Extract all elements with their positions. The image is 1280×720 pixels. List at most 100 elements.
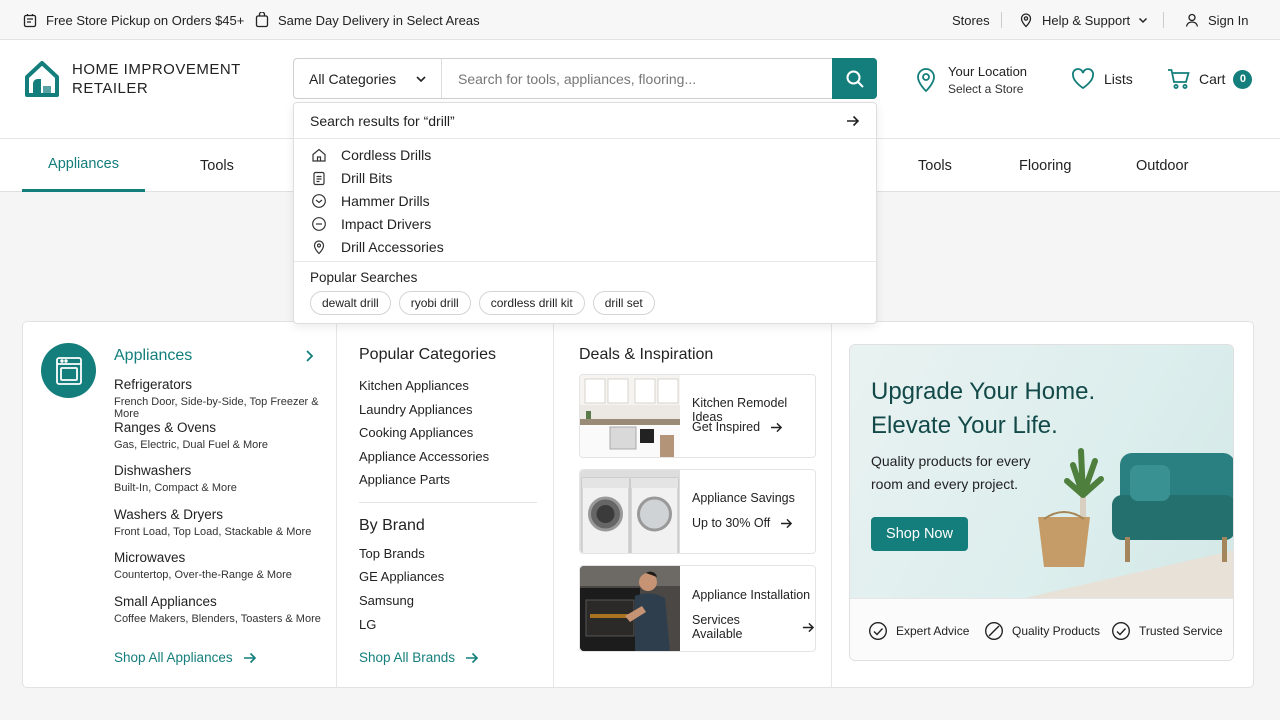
deal-cta: Get Inspired xyxy=(692,420,783,434)
sign-in-label: Sign In xyxy=(1208,12,1249,28)
popular-search-chip[interactable]: dewalt drill xyxy=(310,291,391,315)
sign-in-link[interactable]: Sign In xyxy=(1184,0,1248,40)
top-utility-bar: Free Store Pickup on Orders $45+ Same Da… xyxy=(0,0,1280,40)
category-sub: Countertop, Over-the-Range & More xyxy=(114,569,292,581)
suggestion-list: Cordless Drills Drill Bits Hammer Drills… xyxy=(294,139,876,258)
category-refrigerators[interactable]: Refrigerators French Door, Side-by-Side,… xyxy=(114,377,336,420)
feature-label: Quality Products xyxy=(1012,624,1101,638)
house-logo-icon xyxy=(25,61,59,97)
arrow-right-icon xyxy=(466,652,479,663)
popular-search-chips: dewalt drill ryobi drill cordless drill … xyxy=(310,291,860,315)
shop-now-button[interactable]: Shop Now xyxy=(871,517,968,551)
suggestion-item[interactable]: Drill Bits xyxy=(294,166,876,189)
logo-line-1: HOME IMPROVEMENT xyxy=(72,61,241,78)
deal-title: Appliance Savings xyxy=(692,491,795,505)
popular-search-chip[interactable]: cordless drill kit xyxy=(478,291,585,315)
store-pickup-promo[interactable]: Free Store Pickup on Orders $45+ xyxy=(22,0,244,40)
logo-wordmark: HOME IMPROVEMENT RETAILER xyxy=(72,60,241,98)
shop-all-appliances-link[interactable]: Shop All Appliances xyxy=(114,650,257,665)
suggestion-item[interactable]: Cordless Drills xyxy=(294,143,876,166)
brand-link[interactable]: Samsung xyxy=(359,593,414,608)
suggestion-item[interactable]: Drill Accessories xyxy=(294,235,876,258)
brand-link[interactable]: Top Brands xyxy=(359,546,425,561)
leaf-circle-icon xyxy=(984,621,1004,641)
cart-link[interactable]: Cart 0 xyxy=(1167,68,1253,90)
appliance-icon-badge xyxy=(41,343,96,398)
search-input[interactable] xyxy=(442,59,832,98)
lists-label: Lists xyxy=(1104,71,1133,87)
deal-card-appliance-savings[interactable]: Appliance Savings Up to 30% Off xyxy=(579,469,816,554)
feature-trusted-service: Trusted Service xyxy=(1111,599,1223,660)
circle-chevron-icon xyxy=(312,193,326,208)
brand-link[interactable]: LG xyxy=(359,617,376,632)
stores-label: Stores xyxy=(952,12,990,28)
same-day-delivery-promo[interactable]: Same Day Delivery in Select Areas xyxy=(254,0,480,40)
popular-search-chip[interactable]: ryobi drill xyxy=(398,291,471,315)
nav-item-outdoor[interactable]: Outdoor xyxy=(1136,139,1188,192)
location-pin-icon xyxy=(1020,13,1032,28)
popular-category-link[interactable]: Appliance Accessories xyxy=(359,449,489,464)
help-support-menu[interactable]: Help & Support xyxy=(1018,0,1148,40)
category-washers-dryers[interactable]: Washers & Dryers Front Load, Top Load, S… xyxy=(114,507,311,538)
suggestion-item[interactable]: Impact Drivers xyxy=(294,212,876,235)
shop-all-brands-link[interactable]: Shop All Brands xyxy=(359,650,479,665)
category-small-appliances[interactable]: Small Appliances Coffee Makers, Blenders… xyxy=(114,594,321,625)
nav-item-tools-2[interactable]: Tools xyxy=(918,139,952,192)
deal-cta: Up to 30% Off xyxy=(692,516,793,530)
popular-category-link[interactable]: Appliance Parts xyxy=(359,472,450,487)
category-select[interactable]: All Categories xyxy=(294,59,442,98)
logo-line-2: RETAILER xyxy=(72,80,149,97)
divider xyxy=(359,502,537,503)
deal-card-kitchen-remodel[interactable]: Kitchen Remodel Ideas Get Inspired xyxy=(579,374,816,458)
nav-item-appliances[interactable]: Appliances xyxy=(22,139,145,192)
stores-link[interactable]: Stores xyxy=(952,0,990,40)
suggestion-item[interactable]: Hammer Drills xyxy=(294,189,876,212)
location-pin-icon xyxy=(917,68,935,93)
category-name: Microwaves xyxy=(114,550,186,565)
nav-item-flooring[interactable]: Flooring xyxy=(1019,139,1071,192)
location-subtitle: Select a Store xyxy=(948,82,1024,96)
appliance-categories-column: Appliances Refrigerators French Door, Si… xyxy=(23,322,337,687)
heart-icon xyxy=(1072,68,1094,90)
chevron-right-icon[interactable] xyxy=(303,349,315,363)
category-microwaves[interactable]: Microwaves Countertop, Over-the-Range & … xyxy=(114,550,292,581)
shop-all-appliances-label: Shop All Appliances xyxy=(114,650,233,665)
promo-hero: Upgrade Your Home. Elevate Your Life. Qu… xyxy=(850,345,1233,598)
popular-categories-column: Popular Categories Kitchen Appliances La… xyxy=(337,322,554,687)
calendar-bag-icon xyxy=(255,12,269,28)
check-circle-icon xyxy=(868,621,888,641)
search-results-header[interactable]: Search results for “drill” xyxy=(294,103,876,139)
location-title: Your Location xyxy=(948,64,1028,79)
deal-card-appliance-installation[interactable]: Appliance Installation Services Availabl… xyxy=(579,565,816,652)
brand-link[interactable]: GE Appliances xyxy=(359,569,444,584)
promo-features: Expert Advice Quality Products Trusted S… xyxy=(850,598,1233,660)
promo-body-line-2: room and every project. xyxy=(871,476,1019,492)
search-icon xyxy=(846,70,864,88)
suggestion-label: Impact Drivers xyxy=(341,215,432,232)
popular-category-link[interactable]: Kitchen Appliances xyxy=(359,378,469,393)
search-suggestions-dropdown: Search results for “drill” Cordless Dril… xyxy=(293,102,877,324)
user-icon xyxy=(1185,13,1199,27)
lists-link[interactable]: Lists xyxy=(1071,68,1133,90)
category-sub: Coffee Makers, Blenders, Toasters & More xyxy=(114,613,321,625)
promo-headline-line-1: Upgrade Your Home. xyxy=(871,378,1096,405)
arrow-right-icon xyxy=(847,115,860,126)
popular-search-chip[interactable]: drill set xyxy=(592,291,655,315)
store-pickup-text: Free Store Pickup on Orders $45+ xyxy=(46,12,245,28)
search-button[interactable] xyxy=(832,58,877,99)
store-location-selector[interactable]: Your Location Select a Store xyxy=(916,64,1027,96)
pin-icon xyxy=(313,239,325,254)
washer-dryer-photo xyxy=(580,470,680,553)
category-dishwashers[interactable]: Dishwashers Built-In, Compact & More xyxy=(114,463,237,494)
arrow-right-icon xyxy=(803,622,815,632)
appliances-heading[interactable]: Appliances xyxy=(114,347,192,365)
category-ranges-ovens[interactable]: Ranges & Ovens Gas, Electric, Dual Fuel … xyxy=(114,420,268,451)
nav-item-tools[interactable]: Tools xyxy=(200,139,234,192)
divider xyxy=(1163,12,1164,28)
retailer-logo[interactable]: HOME IMPROVEMENT RETAILER xyxy=(24,60,241,98)
category-sub: French Door, Side-by-Side, Top Freezer &… xyxy=(114,396,319,420)
home-icon xyxy=(312,148,326,162)
suggestion-label: Drill Accessories xyxy=(341,238,444,255)
popular-category-link[interactable]: Cooking Appliances xyxy=(359,425,473,440)
popular-category-link[interactable]: Laundry Appliances xyxy=(359,402,472,417)
